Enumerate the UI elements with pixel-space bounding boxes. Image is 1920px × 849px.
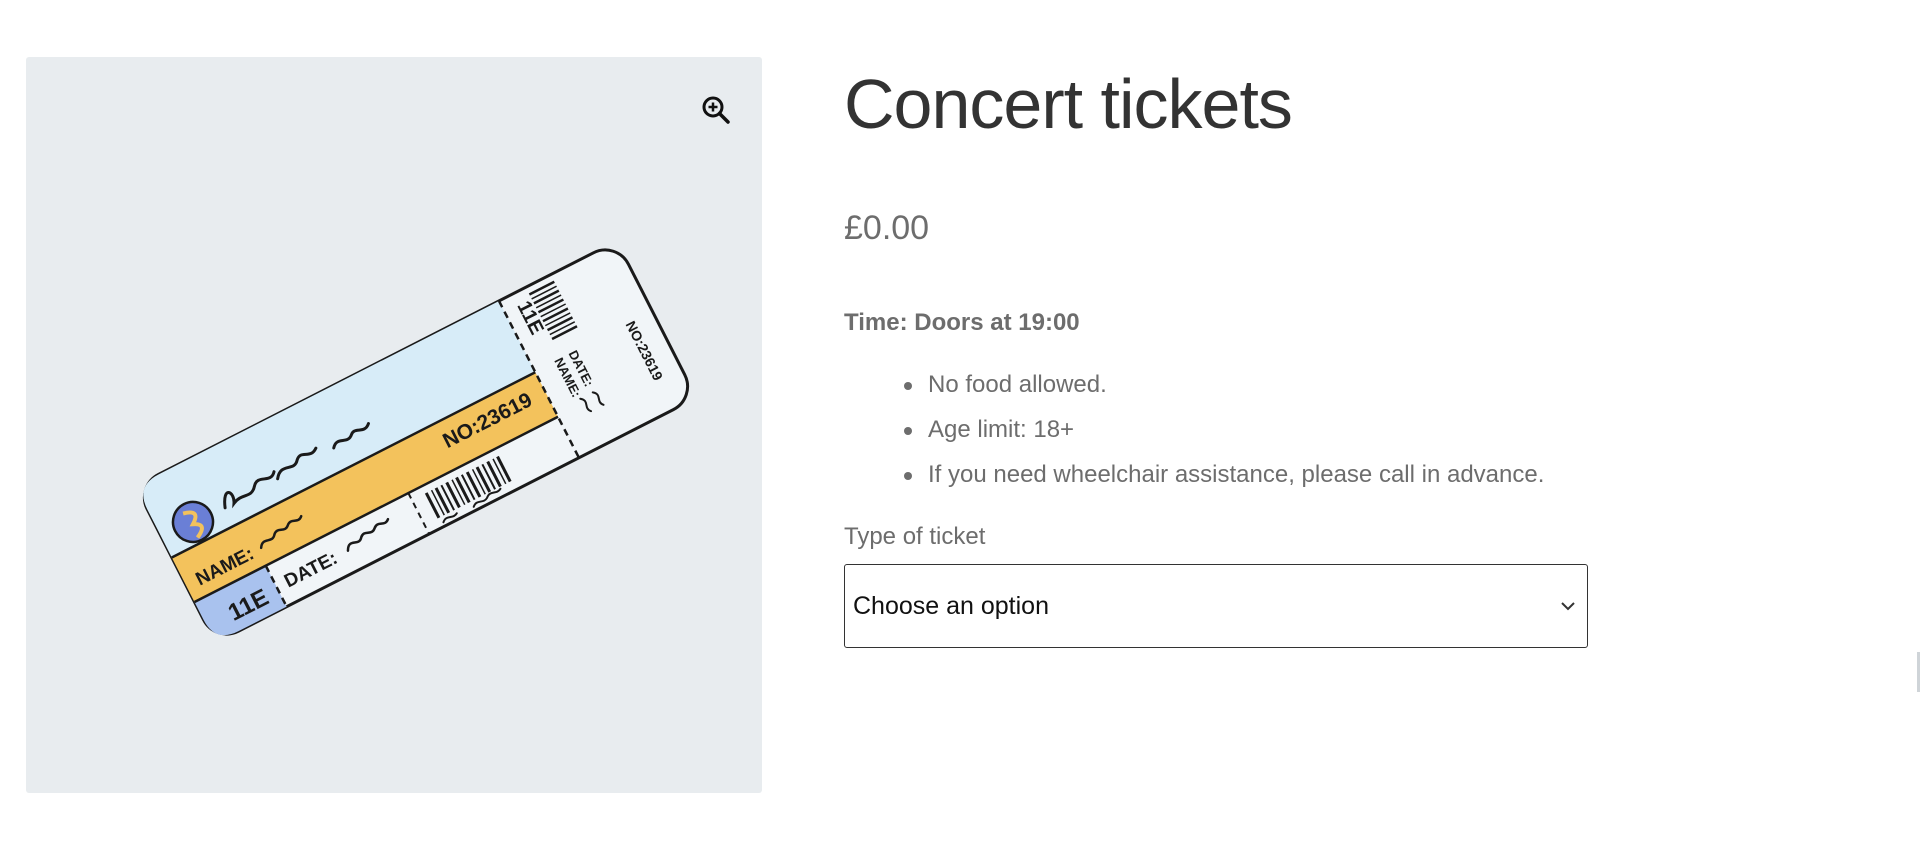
product-price: £0.00 bbox=[844, 209, 930, 247]
product-gallery: NAME: NO:23619 11E DATE: 11E NAME: DATE:… bbox=[26, 57, 762, 793]
bullet-icon bbox=[904, 472, 912, 480]
rules-list: No food allowed. Age limit: 18+ If you n… bbox=[844, 370, 1744, 490]
rule-text: Age limit: 18+ bbox=[928, 416, 1075, 443]
zoom-button[interactable] bbox=[690, 84, 742, 136]
rule-text: If you need wheelchair assistance, pleas… bbox=[928, 461, 1545, 488]
ticket-type-label: Type of ticket bbox=[844, 523, 986, 550]
product-summary: Concert tickets £0.00 Time: Doors at 19:… bbox=[844, 56, 1744, 648]
product-title: Concert tickets bbox=[844, 65, 1293, 143]
concert-ticket-illustration: NAME: NO:23619 11E DATE: 11E NAME: DATE:… bbox=[142, 248, 690, 636]
bullet-icon bbox=[904, 382, 912, 390]
product-page: NAME: NO:23619 11E DATE: 11E NAME: DATE:… bbox=[0, 0, 1920, 849]
ticket-type-select[interactable]: Choose an option bbox=[844, 564, 1588, 648]
list-item: Age limit: 18+ bbox=[904, 415, 1744, 445]
bullet-icon bbox=[904, 427, 912, 435]
list-item: If you need wheelchair assistance, pleas… bbox=[904, 460, 1744, 490]
zoom-in-icon bbox=[702, 96, 730, 124]
select-value: Choose an option bbox=[853, 591, 1049, 620]
chevron-down-icon bbox=[1561, 602, 1575, 611]
rule-text: No food allowed. bbox=[928, 371, 1107, 398]
list-item: No food allowed. bbox=[904, 370, 1744, 400]
event-time: Time: Doors at 19:00 bbox=[844, 309, 1080, 336]
